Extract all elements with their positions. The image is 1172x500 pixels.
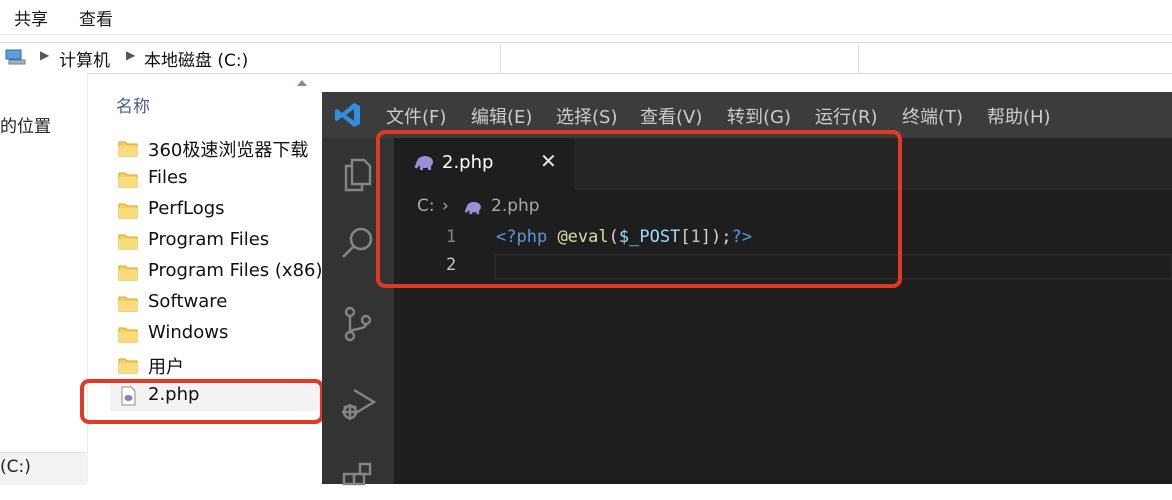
list-item[interactable]: Windows (110, 320, 322, 349)
explorer-icon[interactable] (338, 154, 378, 194)
run-debug-icon[interactable] (338, 384, 378, 424)
ribbon: 共享 查看 (0, 0, 1172, 35)
address-divider (500, 43, 501, 73)
column-header-name[interactable]: 名称 (116, 92, 150, 117)
chevron-right-icon[interactable]: ▶ (126, 48, 135, 62)
menu-edit[interactable]: 编辑(E) (471, 103, 532, 129)
menu-go[interactable]: 转到(G) (727, 103, 791, 129)
menu-view[interactable]: 查看(V) (640, 103, 702, 129)
file-name: 360极速浏览器下载 (148, 140, 309, 161)
nav-drive-label: (C:) (0, 457, 31, 477)
list-item[interactable]: Files (110, 165, 322, 194)
list-item[interactable]: Software (110, 289, 322, 318)
breadcrumb-computer[interactable]: 计算机 (59, 46, 110, 71)
list-item[interactable]: Program Files (110, 227, 322, 256)
file-name: Software (148, 291, 228, 312)
file-name: PerfLogs (148, 198, 225, 219)
menu-run[interactable]: 运行(R) (815, 103, 878, 129)
menu-file[interactable]: 文件(F) (386, 103, 446, 129)
breadcrumb-local-disk[interactable]: 本地磁盘 (C:) (144, 46, 248, 71)
folder-icon (118, 296, 138, 312)
search-icon[interactable] (338, 224, 378, 264)
computer-icon (5, 49, 26, 65)
file-name: Program Files (148, 229, 270, 250)
folder-icon (118, 141, 138, 157)
vscode-logo-icon (335, 103, 360, 127)
chevron-right-icon[interactable]: ▶ (40, 48, 49, 62)
ribbon-tab-view[interactable]: 查看 (79, 5, 113, 30)
source-control-icon[interactable] (338, 304, 378, 344)
folder-icon (118, 234, 138, 250)
extensions-icon[interactable] (338, 460, 378, 500)
file-name: Files (148, 167, 188, 188)
list-item[interactable]: 用户 (110, 351, 322, 380)
folder-icon (118, 327, 138, 343)
ribbon-tab-share[interactable]: 共享 (14, 5, 48, 30)
address-bar[interactable]: ▶ 计算机 ▶ 本地磁盘 (C:) (0, 42, 1172, 74)
list-item[interactable]: 360极速浏览器下载 (110, 134, 322, 163)
nav-item-drive-c[interactable]: (C:) (0, 452, 86, 485)
folder-icon (118, 265, 138, 281)
sort-ascending-icon[interactable] (297, 80, 307, 86)
menu-terminal[interactable]: 终端(T) (902, 103, 963, 129)
list-item[interactable]: PerfLogs (110, 196, 322, 225)
file-name: Program Files (x86) (148, 260, 323, 281)
highlight-box (376, 130, 902, 288)
folder-icon (118, 358, 138, 374)
file-name: Windows (148, 322, 229, 343)
list-item[interactable]: Program Files (x86) (110, 258, 323, 287)
folder-icon (118, 172, 138, 188)
nav-item-location[interactable]: 的位置 (0, 112, 51, 137)
file-name: 用户 (148, 357, 184, 378)
menu-help[interactable]: 帮助(H) (987, 103, 1051, 129)
menu-selection[interactable]: 选择(S) (556, 103, 617, 129)
folder-icon (118, 203, 138, 219)
highlight-box (80, 379, 324, 424)
address-divider (858, 43, 859, 73)
